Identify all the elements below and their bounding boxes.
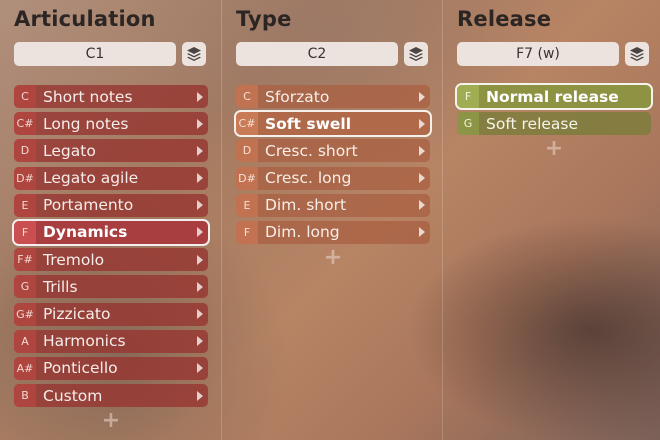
note-key: C# [236, 112, 258, 136]
note-key: F# [14, 248, 36, 272]
chevron-right-icon[interactable] [419, 200, 425, 211]
note-key: D# [14, 166, 36, 190]
articulation-item-label: Tremolo [43, 250, 105, 269]
note-key: C [236, 85, 258, 108]
type-key-field[interactable]: C2 [236, 42, 398, 66]
type-item-label: Soft swell [265, 114, 352, 133]
chevron-right-icon[interactable] [197, 91, 203, 102]
articulation-item-label: Pizzicato [43, 305, 111, 323]
note-key: C [14, 85, 36, 108]
articulation-item[interactable]: B Custom [14, 384, 208, 408]
articulation-item[interactable]: G Trills [14, 275, 208, 299]
chevron-right-icon[interactable] [419, 91, 425, 102]
plus-icon[interactable]: + [14, 410, 208, 432]
note-key: A [14, 329, 36, 353]
chevron-right-icon[interactable] [419, 227, 425, 238]
note-key: D# [236, 166, 258, 190]
articulation-item[interactable]: A Harmonics [14, 329, 208, 353]
type-item[interactable]: F Dim. long [236, 220, 430, 244]
release-list: F Normal release G Soft release + [457, 85, 651, 160]
articulation-item-label: Short notes [43, 87, 133, 106]
articulation-item[interactable]: F# Tremolo [14, 248, 208, 272]
plus-icon[interactable]: + [236, 247, 430, 269]
chevron-right-icon[interactable] [419, 118, 425, 129]
articulation-item[interactable]: C# Long notes [14, 112, 208, 136]
note-key: G# [14, 302, 36, 326]
articulation-item-label: Legato [43, 141, 96, 160]
articulation-list: C Short notes C# Long notes D Legato D# Legato … [14, 85, 208, 432]
plus-icon[interactable]: + [457, 138, 651, 160]
type-item-label: Cresc. short [265, 141, 358, 160]
chevron-right-icon[interactable] [197, 390, 203, 401]
type-item[interactable]: D Cresc. short [236, 139, 430, 163]
note-key: D [236, 139, 258, 163]
chevron-right-icon[interactable] [197, 145, 203, 156]
type-item[interactable]: D# Cresc. long [236, 166, 430, 190]
note-key: F [14, 220, 36, 244]
articulation-item-label: Long notes [43, 114, 129, 133]
type-item-label: Cresc. long [265, 169, 352, 188]
release-key-field[interactable]: F7 (w) [457, 42, 619, 66]
articulation-item-label: Custom [43, 386, 103, 405]
type-list: C Sforzato C# Soft swell D Cresc. short D# Cres… [236, 85, 430, 269]
layers-icon [187, 47, 201, 61]
articulation-panel: Articulation C1 C Short notes C# Long notes… [0, 0, 220, 440]
note-key: F [457, 85, 479, 108]
chevron-right-icon[interactable] [197, 118, 203, 129]
chevron-right-icon[interactable] [197, 336, 203, 347]
type-item[interactable]: C Sforzato [236, 85, 430, 108]
articulation-item-label: Harmonics [43, 332, 126, 351]
note-key: G [14, 275, 36, 299]
articulation-item[interactable]: F Dynamics [14, 220, 208, 244]
articulation-item[interactable]: D# Legato agile [14, 166, 208, 190]
articulation-title: Articulation [14, 7, 156, 31]
layers-icon [630, 47, 644, 61]
articulation-item-label: Trills [43, 277, 78, 296]
type-title: Type [236, 7, 292, 31]
type-item[interactable]: E Dim. short [236, 193, 430, 217]
type-item-label: Dim. long [265, 223, 340, 242]
chevron-right-icon[interactable] [197, 173, 203, 184]
articulation-item[interactable]: G# Pizzicato [14, 302, 208, 326]
note-key: D [14, 139, 36, 163]
articulation-item-label: Legato agile [43, 169, 139, 188]
type-item-label: Sforzato [265, 87, 330, 106]
articulation-item-label: Portamento [43, 196, 134, 215]
chevron-right-icon[interactable] [197, 254, 203, 265]
note-key: G [457, 112, 479, 136]
chevron-right-icon[interactable] [197, 227, 203, 238]
note-key: B [14, 384, 36, 408]
note-key: E [236, 193, 258, 217]
articulation-layers-button[interactable] [182, 42, 206, 66]
chevron-right-icon[interactable] [197, 309, 203, 319]
release-title: Release [457, 7, 552, 31]
chevron-right-icon[interactable] [197, 281, 203, 292]
note-key: C# [14, 112, 36, 136]
type-layers-button[interactable] [404, 42, 428, 66]
release-layers-button[interactable] [625, 42, 649, 66]
release-panel: Release F7 (w) F Normal release G Soft rele… [442, 0, 660, 440]
articulation-key-field[interactable]: C1 [14, 42, 176, 66]
chevron-right-icon[interactable] [197, 363, 203, 374]
articulation-item[interactable]: A# Ponticello [14, 356, 208, 380]
type-item-label: Dim. short [265, 196, 347, 215]
type-item[interactable]: C# Soft swell [236, 112, 430, 136]
layers-icon [409, 47, 423, 61]
release-item[interactable]: F Normal release [457, 85, 651, 108]
articulation-item[interactable]: E Portamento [14, 193, 208, 217]
release-item-label: Soft release [486, 114, 579, 133]
chevron-right-icon[interactable] [419, 173, 425, 184]
note-key: A# [14, 356, 36, 380]
release-item-label: Normal release [486, 87, 619, 106]
note-key: F [236, 220, 258, 244]
chevron-right-icon[interactable] [197, 200, 203, 211]
chevron-right-icon[interactable] [419, 145, 425, 156]
articulation-item-label: Ponticello [43, 359, 118, 378]
note-key: E [14, 193, 36, 217]
articulation-item-label: Dynamics [43, 223, 128, 242]
type-panel: Type C2 C Sforzato C# Soft swell D Cresc. sho… [221, 0, 441, 440]
release-item[interactable]: G Soft release [457, 112, 651, 136]
articulation-item[interactable]: D Legato [14, 139, 208, 163]
articulation-item[interactable]: C Short notes [14, 85, 208, 108]
